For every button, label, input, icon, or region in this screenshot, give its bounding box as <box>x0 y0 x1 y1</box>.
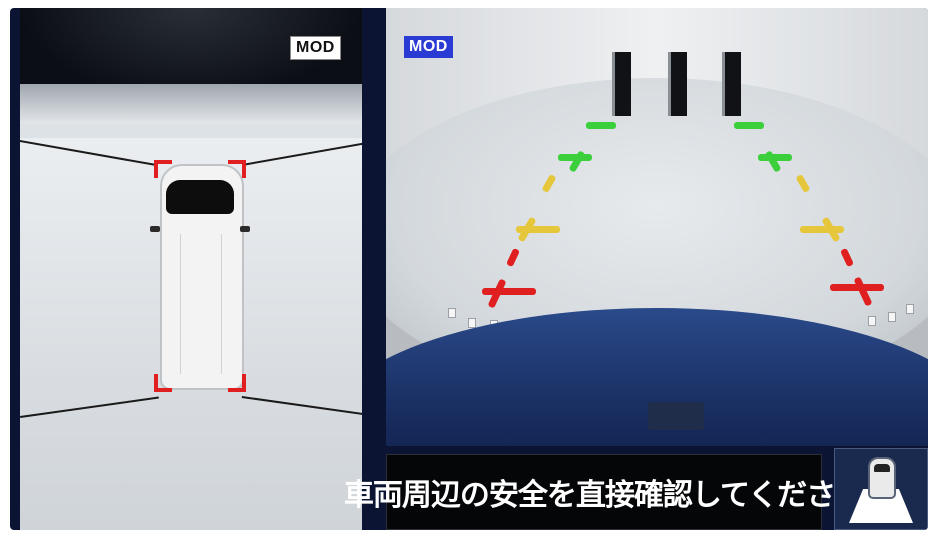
mod-badge-rear-view: MOD <box>404 36 453 58</box>
guide-green-right <box>734 122 764 129</box>
corner-marker-front-right <box>228 160 246 178</box>
rear-pole-2 <box>668 52 687 116</box>
rear-pole-3 <box>722 52 741 116</box>
guide-yellow-right <box>800 226 844 233</box>
guide-green-left <box>586 122 616 129</box>
rear-bumper-step <box>648 402 704 430</box>
camera-monitor-screen: MOD MOD 車両周辺の安全を直接確認してください <box>10 8 928 530</box>
vehicle-roof <box>180 234 222 374</box>
mirror-right <box>240 226 250 232</box>
car-top-view-icon <box>868 457 896 499</box>
safety-message-bar: 車両周辺の安全を直接確認してください <box>344 454 865 530</box>
corner-marker-rear-right <box>228 374 246 392</box>
floor-marker <box>468 318 476 328</box>
rear-camera-view: MOD <box>386 8 928 446</box>
corner-marker-rear-left <box>154 374 172 392</box>
mirror-left <box>150 226 160 232</box>
floor-marker <box>868 316 876 326</box>
top-down-view: MOD <box>20 8 362 530</box>
rear-pole-1 <box>612 52 631 116</box>
safety-message-text: 車両周辺の安全を直接確認してください <box>343 478 865 513</box>
floor-marker <box>906 304 914 314</box>
mod-badge-top-view: MOD <box>290 36 341 60</box>
vehicle-windshield <box>166 180 234 214</box>
vehicle-top-view <box>150 158 250 392</box>
view-toggle-button[interactable] <box>834 448 928 530</box>
floor-marker <box>888 312 896 322</box>
guide-red-left <box>482 288 536 295</box>
floor-marker <box>448 308 456 318</box>
corner-marker-front-left <box>154 160 172 178</box>
